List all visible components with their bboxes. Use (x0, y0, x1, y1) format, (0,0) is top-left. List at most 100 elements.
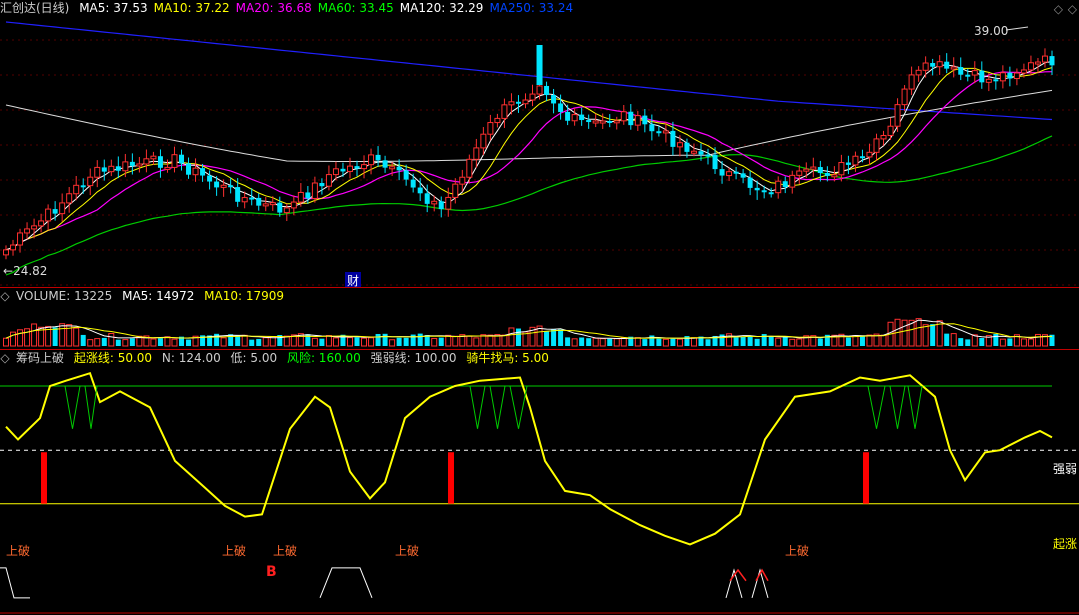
candle-body (529, 93, 536, 101)
candle-body (754, 187, 760, 191)
volume-bar (656, 338, 662, 346)
candle-body (101, 167, 107, 172)
oscillator-line (5, 371, 1053, 546)
low-price-value: 24.82 (13, 264, 48, 278)
candle-body (908, 74, 915, 90)
expand-icon[interactable]: ◇ (1068, 2, 1077, 16)
volume-bar (859, 336, 865, 346)
candle-body (66, 193, 73, 204)
volume-bar (999, 338, 1006, 347)
candle-body (24, 228, 31, 234)
volume-bar (642, 339, 648, 346)
volume-bar (396, 337, 402, 346)
candle-body (592, 120, 599, 124)
candle-body (922, 62, 929, 71)
candle-body (325, 174, 332, 187)
candle-body (269, 202, 276, 206)
buy-signal-label: B (266, 564, 277, 580)
risk-spike (84, 385, 98, 429)
risk-spike (907, 385, 923, 429)
volume-ma5: MA5: 14972 (122, 289, 195, 303)
volume-bar (901, 319, 908, 347)
indicator-chart[interactable] (0, 350, 1079, 615)
collapse-icon[interactable]: ◇ (1054, 2, 1063, 16)
volume-bar (361, 337, 368, 347)
candle-body (171, 154, 178, 168)
candle-body (634, 115, 641, 126)
candle-body (361, 164, 368, 170)
break-up-label: 上破 (222, 544, 247, 558)
candle-body (438, 201, 444, 210)
candle-body (319, 183, 325, 187)
volume-bar (311, 337, 318, 347)
price-chart[interactable] (0, 0, 1079, 287)
candle-body (712, 154, 718, 170)
candle-body (277, 202, 283, 213)
ma-legend: MA5: 37.53 MA10: 37.22 MA20: 36.68 MA60: 33… (79, 1, 579, 15)
volume-bar (59, 323, 66, 347)
volume-ma10: MA10: 17909 (204, 289, 285, 303)
volume-bar (157, 338, 163, 346)
candle-body (873, 138, 880, 153)
candle-body (845, 162, 851, 165)
candle-body (852, 155, 859, 166)
candle-body (831, 174, 838, 178)
diamond-icon: ◇ (0, 351, 10, 365)
candle-body (375, 154, 381, 161)
candle-body (249, 197, 255, 200)
strong-weak-label: 强弱 (1052, 462, 1077, 476)
volume-bar (965, 339, 971, 346)
volume-bar (473, 337, 480, 347)
candle-body (10, 244, 17, 251)
volume-bar (586, 338, 592, 346)
candle-body (1013, 72, 1020, 80)
candle-body (179, 154, 185, 164)
volume-bar (866, 334, 873, 347)
volume-bar (171, 338, 178, 347)
candle-body (656, 131, 662, 134)
earnings-event-marker[interactable]: 财 (345, 272, 362, 287)
param-risk: 风险: 160.00 (286, 351, 361, 365)
indicator-panel[interactable]: ◇ 筹码上破 起涨线: 50.00 N: 124.00 低: 5.00 风险: 1… (0, 350, 1079, 615)
candle-body (690, 150, 697, 154)
candle-body (424, 193, 430, 204)
candle-body (607, 121, 613, 124)
volume-bar (186, 339, 192, 346)
volume-bar (915, 318, 922, 347)
volume-bar (1020, 338, 1027, 347)
candle-body (522, 99, 529, 105)
stock-title: 汇创达(日线) (0, 1, 70, 15)
candle-body (817, 167, 823, 174)
volume-bar (634, 337, 641, 347)
volume-bar (389, 339, 396, 347)
candle-body (859, 156, 865, 159)
signal-bar (41, 452, 47, 504)
volume-panel[interactable]: ◇ VOLUME: 13225 MA5: 14972 MA10: 17909 (0, 288, 1079, 349)
candle-body (256, 197, 262, 206)
volume-bar (515, 328, 521, 346)
candle-body (880, 134, 887, 140)
volume-bar (52, 327, 58, 346)
volume-bar (754, 338, 760, 346)
candle-body (536, 85, 543, 95)
candle-body (410, 179, 416, 188)
volume-bar (620, 337, 627, 347)
risk-spike (469, 385, 486, 429)
candle-body (108, 165, 115, 173)
signal-bar (448, 452, 454, 504)
param-qnzm: 骑牛找马: 5.00 (466, 351, 549, 365)
candle-body (332, 168, 339, 176)
volume-bar (571, 338, 578, 347)
volume-bar (565, 337, 571, 346)
candle-body (228, 185, 234, 188)
signal-bar (863, 452, 869, 504)
price-panel[interactable]: 汇创达(日线) MA5: 37.53 MA10: 37.22 MA20: 36.68… (0, 0, 1079, 287)
candle-body (571, 114, 578, 122)
candle-body (985, 78, 992, 83)
candle-body (1007, 72, 1013, 79)
volume-bar (249, 339, 255, 346)
volume-bar (368, 337, 375, 347)
break-up-label: 上破 (273, 544, 298, 558)
candle-body (122, 161, 129, 172)
volume-bar (108, 333, 115, 347)
